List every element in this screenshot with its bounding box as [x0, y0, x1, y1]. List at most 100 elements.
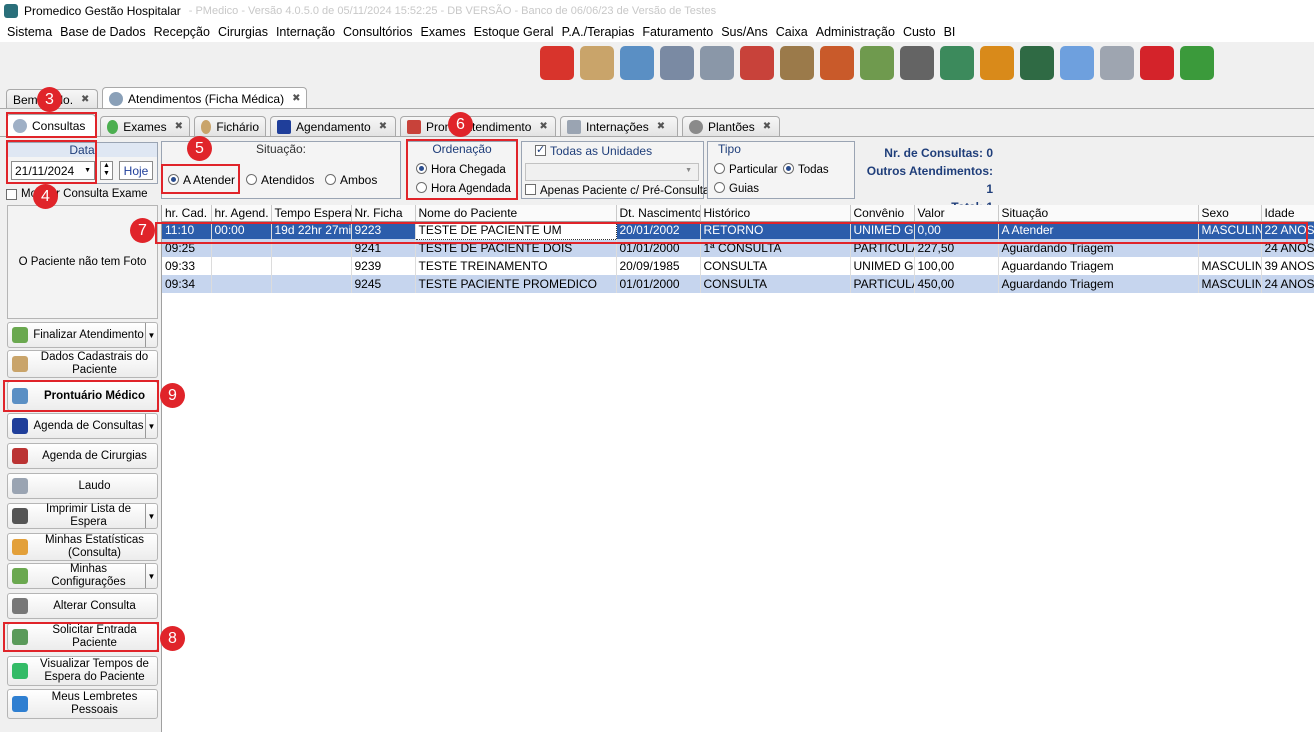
radio-particular[interactable]: Particular — [714, 163, 778, 176]
close-icon[interactable]: ✖ — [175, 121, 183, 132]
table-row[interactable]: 11:10 00:00 19d 22hr 27min 9223 TESTE DE PAC… — [162, 220, 1314, 240]
date-spinner[interactable]: ▲ ▼ — [100, 161, 113, 180]
radio-icon[interactable] — [714, 163, 725, 174]
menu-item[interactable]: Administração — [816, 25, 895, 39]
chevron-down-icon[interactable]: ▼ — [145, 504, 157, 528]
today-button[interactable]: Hoje — [119, 161, 153, 180]
table-row[interactable]: 09:34 9245 TESTE PACIENTE PROMEDICO 01/01/2… — [162, 275, 1314, 293]
chat-icon[interactable] — [1060, 46, 1094, 80]
checkbox[interactable] — [535, 143, 546, 156]
menu-item[interactable]: Consultórios — [343, 25, 412, 39]
ambulance-icon[interactable] — [740, 46, 774, 80]
close-icon[interactable]: ✖ — [81, 94, 89, 105]
menu-item[interactable]: Estoque Geral — [474, 25, 554, 39]
power-icon[interactable] — [1140, 46, 1174, 80]
tab-plantoes[interactable]: Plantões ✖ — [682, 116, 780, 136]
side-button-6[interactable]: Imprimir Lista de Espera ▼ — [7, 503, 158, 529]
side-button-9[interactable]: Alterar Consulta — [7, 593, 158, 619]
column-header[interactable]: Idade — [1261, 205, 1314, 222]
column-header[interactable]: Histórico — [700, 205, 851, 222]
safe-icon[interactable] — [900, 46, 934, 80]
date-input[interactable]: 21/11/2024 ▼ — [11, 161, 95, 180]
unit-select[interactable]: ▼ — [525, 163, 699, 181]
close-icon[interactable]: ✖ — [292, 93, 300, 104]
menu-item[interactable]: Internação — [276, 25, 335, 39]
side-button-3[interactable]: Agenda de Consultas ▼ — [7, 413, 158, 439]
phonebook-icon[interactable] — [980, 46, 1014, 80]
radio-icon[interactable] — [714, 182, 725, 193]
column-header[interactable]: Situação — [998, 205, 1199, 222]
radio-a-atender[interactable]: A Atender — [168, 173, 235, 187]
prescription-icon[interactable] — [660, 46, 694, 80]
column-header[interactable]: Nome do Paciente — [415, 205, 617, 222]
doctor-icon[interactable] — [620, 46, 654, 80]
radio-guias[interactable]: Guias — [714, 182, 759, 195]
stock-up-icon[interactable] — [820, 46, 854, 80]
radio-icon[interactable] — [168, 174, 179, 185]
stock-down-icon[interactable] — [860, 46, 894, 80]
side-button-12[interactable]: Meus Lembretes Pessoais — [7, 689, 158, 719]
side-button-10[interactable]: Solicitar Entrada Paciente — [7, 623, 158, 651]
column-header[interactable]: Valor — [914, 205, 999, 222]
menu-item[interactable]: Faturamento — [642, 25, 713, 39]
column-header[interactable]: Convênio — [850, 205, 915, 222]
monitor-icon[interactable] — [1180, 46, 1214, 80]
bed-icon[interactable] — [700, 46, 734, 80]
chevron-down-icon[interactable]: ▼ — [84, 167, 91, 174]
radio-icon[interactable] — [325, 174, 336, 185]
column-header[interactable]: Nr. Ficha — [351, 205, 416, 222]
radio-icon[interactable] — [783, 163, 794, 174]
tab-atendimentos[interactable]: Atendimentos (Ficha Médica) ✖ — [102, 87, 308, 109]
book-icon[interactable] — [1020, 46, 1054, 80]
tab-consultas[interactable]: Consultas — [6, 114, 96, 136]
radio-atendidos[interactable]: Atendidos — [246, 173, 314, 187]
menu-item[interactable]: Sistema — [7, 25, 52, 39]
radio-icon[interactable] — [416, 163, 427, 174]
cash-register-icon[interactable] — [940, 46, 974, 80]
radio-todas[interactable]: Todas — [783, 163, 829, 176]
refresh-users-icon[interactable] — [540, 46, 574, 80]
radio-ambos[interactable]: Ambos — [325, 173, 377, 187]
side-button-11[interactable]: Visualizar Tempos de Espera do Paciente — [7, 656, 158, 686]
close-icon[interactable]: ✖ — [657, 121, 665, 132]
menu-item[interactable]: Recepção — [154, 25, 210, 39]
side-button-4[interactable]: Agenda de Cirurgias — [7, 443, 158, 469]
column-header[interactable]: hr. Agend. — [211, 205, 272, 222]
menu-item[interactable]: Sus/Ans — [721, 25, 768, 39]
tab-exames[interactable]: Exames ✖ — [100, 116, 190, 136]
menu-item[interactable]: Custo — [903, 25, 936, 39]
menu-item[interactable]: Base de Dados — [60, 25, 145, 39]
tab-fichario[interactable]: Fichário — [194, 116, 266, 136]
chevron-down-icon[interactable]: ▼ — [145, 414, 157, 438]
checkbox[interactable] — [525, 184, 536, 195]
column-header[interactable]: hr. Cad. — [162, 205, 212, 222]
tab-agendamento[interactable]: Agendamento ✖ — [270, 116, 396, 136]
menu-item[interactable]: Exames — [421, 25, 466, 39]
radio-hora-agendada[interactable]: Hora Agendada — [416, 182, 511, 195]
side-button-8[interactable]: Minhas Configurações ▼ — [7, 563, 158, 589]
all-units-check[interactable]: Todas as Unidades — [535, 143, 652, 158]
form-icon[interactable] — [1100, 46, 1134, 80]
recycle-boxes-icon[interactable] — [780, 46, 814, 80]
close-icon[interactable]: ✖ — [539, 121, 547, 132]
chevron-down-icon[interactable]: ▼ — [685, 167, 692, 174]
side-button-1[interactable]: Dados Cadastrais do Paciente — [7, 350, 158, 378]
side-button-2[interactable]: Prontuário Médico — [7, 381, 158, 411]
column-header[interactable]: Tempo Espera — [271, 205, 352, 222]
tab-pronto-atendimento[interactable]: Pronto Atendimento ✖ — [400, 116, 556, 136]
patients-icon[interactable] — [580, 46, 614, 80]
menu-item[interactable]: Caixa — [776, 25, 808, 39]
radio-icon[interactable] — [416, 182, 427, 193]
side-button-5[interactable]: Laudo — [7, 473, 158, 499]
patients-grid[interactable]: hr. Cad. hr. Agend. Tempo Espera Nr. Ficha N… — [161, 205, 1314, 732]
close-icon[interactable]: ✖ — [379, 121, 387, 132]
table-row[interactable]: 09:25 9241 TESTE DE PACIENTE DOIS 01/01/200… — [162, 239, 1314, 257]
radio-icon[interactable] — [246, 174, 257, 185]
chevron-down-icon[interactable]: ▼ — [145, 564, 157, 588]
menu-item[interactable]: BI — [944, 25, 956, 39]
column-header[interactable]: Dt. Nascimento — [616, 205, 701, 222]
pre-consulta-check[interactable]: Apenas Paciente c/ Pré-Consulta — [525, 184, 709, 197]
side-button-7[interactable]: Minhas Estatísticas (Consulta) — [7, 533, 158, 561]
menu-item[interactable]: P.A./Terapias — [562, 25, 635, 39]
table-row[interactable]: 09:33 9239 TESTE TREINAMENTO 20/09/1985 CONS… — [162, 257, 1314, 275]
